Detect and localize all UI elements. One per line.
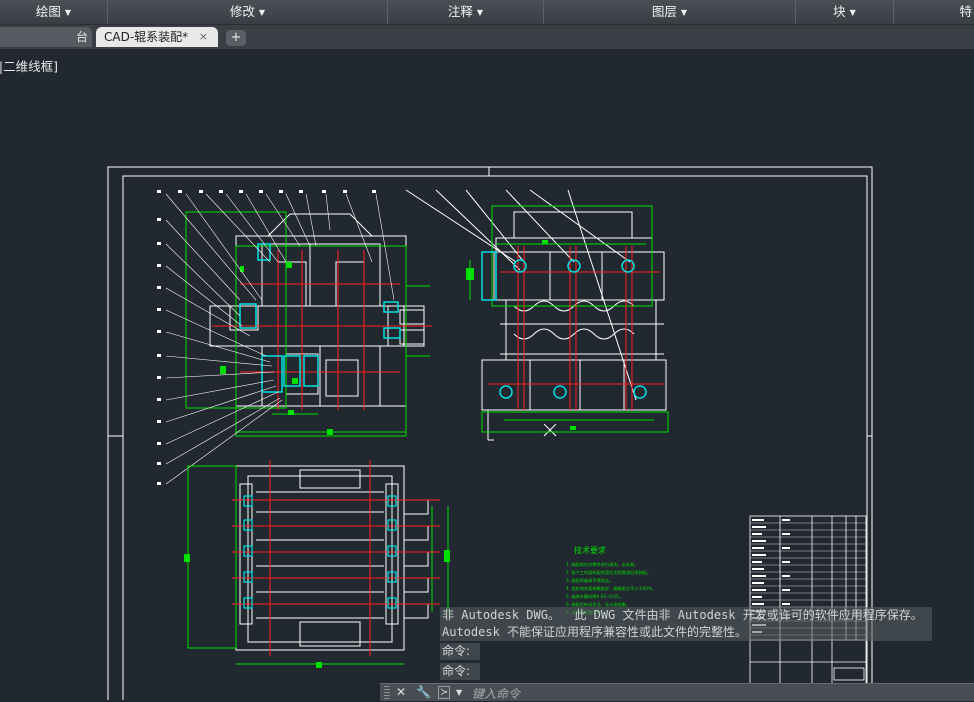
command-input[interactable] <box>470 685 954 702</box>
warning-line-2: Autodesk 不能保证应用程序兼容性或此文件的完整性。 <box>442 625 748 639</box>
chevron-down-icon[interactable]: ▼ <box>456 684 462 701</box>
tech-requirement-line: 5. 轴承外圈间隙0.03~0.05。 <box>566 593 623 600</box>
dwg-warning-message: 非 Autodesk DWG。 此 DWG 文件由非 Autodesk 开发或许… <box>440 607 932 641</box>
technical-requirements: 技术要求 1. 装配前应对零件进行清洗，去毛刺。 2. 各个工作面的配合面应涂润… <box>566 545 656 616</box>
tech-requirement-line: 3. 装配时轴承不得敲击。 <box>566 577 613 584</box>
drag-handle-icon[interactable] <box>384 686 390 699</box>
command-history-line: 命令: <box>440 663 480 680</box>
command-prompt-icon[interactable]: ≻ <box>438 686 451 699</box>
tech-requirement-line: 2. 各个工作面的配合面应涂润滑油后再装配。 <box>566 569 651 576</box>
assembly-side-view <box>405 189 669 441</box>
tech-requirement-line: 4. 齿轮啮合面接触良好，接触斑点不小于60%。 <box>566 585 656 592</box>
close-icon[interactable]: ✕ <box>396 684 406 701</box>
tech-requirement-line: 1. 装配前应对零件进行清洗，去毛刺。 <box>566 561 638 568</box>
command-line: ✕ 🔧 ≻ ▼ <box>380 683 974 702</box>
wrench-icon[interactable]: 🔧 <box>416 684 431 701</box>
warning-line-1: 非 Autodesk DWG。 此 DWG 文件由非 Autodesk 开发或许… <box>442 608 923 622</box>
tech-requirements-title: 技术要求 <box>574 545 606 555</box>
command-history-line: 命令: <box>440 643 480 660</box>
assembly-front-view <box>157 190 432 485</box>
model-space-canvas[interactable]: 技术要求 1. 装配前应对零件进行清洗，去毛刺。 2. 各个工作面的配合面应涂润… <box>0 0 974 700</box>
assembly-top-view <box>184 460 450 668</box>
